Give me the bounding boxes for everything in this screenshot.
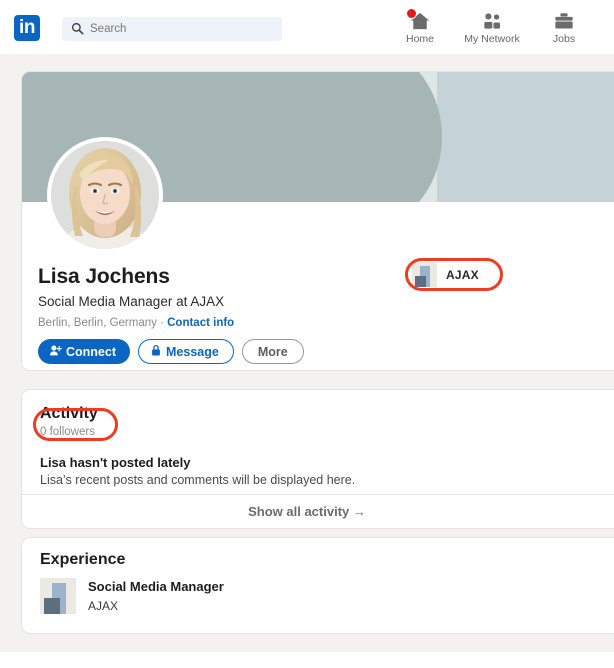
cover-curve-shape [272,72,442,202]
activity-title: Activity [40,405,98,422]
location-separator: · [160,317,164,329]
nav-item-jobs[interactable]: Jobs [528,10,600,45]
more-button[interactable]: More [241,339,304,364]
profile-action-buttons: Connect Message More [38,339,304,364]
company-chip-label: AJAX [446,267,479,282]
avatar[interactable] [47,137,163,253]
activity-heading: Activity 0 followers [40,404,98,440]
message-button[interactable]: Message [138,339,234,364]
nav-label-jobs: Jobs [552,33,576,45]
profile-info: Lisa Jochens Social Media Manager at AJA… [38,264,398,331]
lock-icon [150,344,162,360]
experience-title: Experience [40,551,126,568]
show-all-activity-button[interactable]: Show all activity → [22,495,592,528]
nav-item-my-network[interactable]: My Network [456,10,528,45]
experience-item-text: Social Media Manager AJAX [88,578,224,614]
navbar-actions: Home My Network Jobs [384,8,600,46]
connect-button-label: Connect [66,344,116,359]
more-button-label: More [257,344,288,359]
profile-card: Lisa Jochens Social Media Manager at AJA… [22,72,614,370]
linkedin-logo-icon[interactable]: in [14,15,40,41]
search-icon [71,22,84,35]
nav-label-home: Home [405,33,434,45]
search-input[interactable]: Search [62,17,282,41]
people-icon [481,10,503,31]
profile-name: Lisa Jochens [38,265,170,288]
experience-role: Social Media Manager [88,579,224,594]
profile-location: Berlin, Berlin, Germany [38,317,157,329]
cover-band-blue [437,72,614,202]
ajax-logo-icon [40,578,76,614]
profile-headline: Social Media Manager at AJAX [38,294,225,309]
experience-company: AJAX [88,599,119,613]
top-navbar: in Search Home My Network Jobs [0,0,614,54]
ajax-logo-icon [412,262,437,287]
contact-info-link[interactable]: Contact info [167,317,234,329]
nav-item-home[interactable]: Home [384,8,456,45]
activity-empty-title: Lisa hasn't posted lately [40,455,191,470]
briefcase-icon [553,10,575,31]
profile-location-row: Berlin, Berlin, Germany · Contact info [38,316,398,331]
activity-followers-count: 0 followers [40,426,95,438]
person-add-icon [49,344,62,360]
search-placeholder-text: Search [90,23,127,35]
notification-badge [406,8,417,19]
home-icon [406,8,431,31]
activity-card: Activity 0 followers Lisa hasn't posted … [22,390,614,528]
connect-button[interactable]: Connect [38,339,130,364]
company-chip[interactable]: AJAX [412,262,479,287]
activity-empty-subtitle: Lisa’s recent posts and comments will be… [40,473,356,487]
nav-label-my-network: My Network [464,33,520,45]
message-button-label: Message [166,344,219,359]
experience-item[interactable]: Social Media Manager AJAX [40,578,224,614]
experience-card: Experience Social Media Manager AJAX [22,538,614,633]
